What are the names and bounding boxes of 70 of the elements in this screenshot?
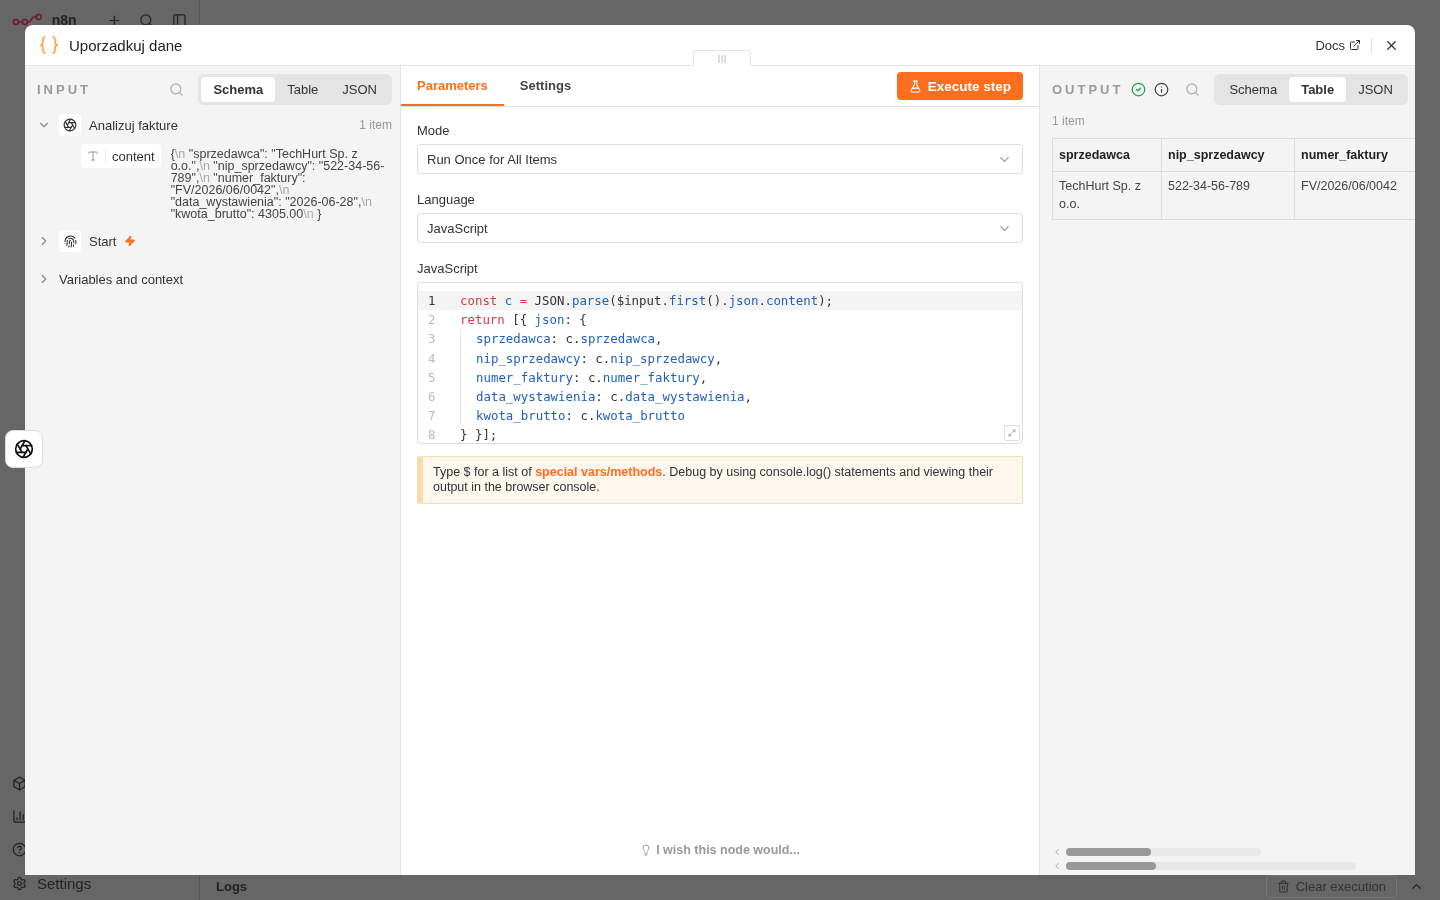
view-tab[interactable]: JSON xyxy=(330,76,389,102)
text-type-icon xyxy=(87,150,99,162)
view-tab[interactable]: Schema xyxy=(201,76,276,102)
lightbulb-icon xyxy=(640,844,653,856)
code-line: numer_faktury: c.numer_faktury, xyxy=(460,367,708,387)
line-number: 1 xyxy=(427,293,437,309)
code-line: kwota_brutto: c.kwota_brutto xyxy=(460,406,685,426)
line-number: 2 xyxy=(427,312,437,328)
success-check-icon xyxy=(1131,81,1147,97)
node-icon xyxy=(59,114,81,136)
field-name-pill: content xyxy=(81,144,161,168)
sidebar-toggle-icon[interactable] xyxy=(172,12,187,28)
logo-icon xyxy=(12,13,44,27)
view-tab[interactable]: Table xyxy=(1289,76,1347,102)
table-cell: TechHurt Sp. z o.o. xyxy=(1052,171,1162,220)
node-name[interactable]: Analizuj fakture xyxy=(89,117,178,133)
column-header: nip_sprzedawcy xyxy=(1161,138,1295,172)
lightning-icon xyxy=(124,235,137,247)
field-label: Mode xyxy=(417,123,451,138)
line-number: 5 xyxy=(427,369,437,385)
table-cell: 522-34-56-789 xyxy=(1161,171,1295,220)
resize-icon[interactable] xyxy=(1004,425,1020,441)
scrollbar[interactable] xyxy=(1066,862,1356,870)
line-number: 8 xyxy=(427,427,437,443)
hint-notice: Type $ for a list of special vars/methods. Debug by using console.log() statements and viewing their output in the browser console. xyxy=(417,456,1023,504)
line-number: 4 xyxy=(427,350,437,366)
cube-icon[interactable] xyxy=(12,776,27,791)
item-count: 1 item xyxy=(359,118,392,132)
trash-icon xyxy=(1276,879,1290,893)
docs-link[interactable]: Docs xyxy=(1315,37,1372,53)
bar-chart-icon[interactable] xyxy=(12,809,27,824)
view-tab[interactable]: Schema xyxy=(1217,76,1290,102)
node-name[interactable]: Start xyxy=(89,233,117,249)
field-value: {\n "sprzedawca": "TechHurt Sp. z o.o.",\n "nip_sprzedawcy": "522-34-56-789",\n "numer_faktury": "FV/2026/06/0042",\n "data_wystawienia": "2026-06-28",\n "kwota_brutto": 4305.00\n } xyxy=(170,148,386,220)
input-heading: INPUT xyxy=(37,81,91,97)
code-line: data_wystawienia: c.data_wystawienia, xyxy=(460,386,753,407)
drag-handle[interactable] xyxy=(693,50,751,66)
code-line: return [{ json: { xyxy=(459,311,587,330)
view-tab[interactable]: Table xyxy=(275,76,331,102)
item-count: 1 item xyxy=(1052,114,1086,128)
braces-icon xyxy=(39,35,59,55)
aperture-icon xyxy=(14,439,34,459)
output-heading: OUTPUT xyxy=(1052,81,1124,97)
code-line: } }]; xyxy=(459,426,498,445)
code-editor[interactable] xyxy=(417,282,1023,444)
select-field[interactable]: Run Once for All Items xyxy=(417,144,1023,174)
column-header: numer_faktury xyxy=(1294,138,1415,172)
panel-tab[interactable]: Settings xyxy=(503,66,588,106)
assistant-button[interactable] xyxy=(5,430,43,468)
code-line: nip_sprzedawcy: c.nip_sprzedawcy, xyxy=(460,348,723,368)
select-field[interactable]: JavaScript xyxy=(417,213,1023,243)
settings-icon[interactable] xyxy=(12,876,27,891)
field-label: JavaScript xyxy=(417,261,479,276)
info-icon[interactable] xyxy=(1154,81,1170,97)
line-number: 3 xyxy=(427,331,437,347)
code-line: const c = JSON.parse($input.first().json.content); xyxy=(459,292,834,311)
code-line: sprzedawca: c.sprzedawca, xyxy=(460,329,663,349)
scrollbar[interactable] xyxy=(1066,848,1261,856)
external-link-icon xyxy=(1349,39,1361,51)
field-label: Language xyxy=(417,192,476,207)
fingerprint-icon xyxy=(59,230,81,252)
line-number: 7 xyxy=(427,408,437,424)
brand-name: n8n xyxy=(51,12,77,28)
node-title: Uporzadkuj dane xyxy=(69,36,183,54)
view-tab[interactable]: JSON xyxy=(1346,76,1405,102)
line-number: 6 xyxy=(427,389,437,405)
flask-icon xyxy=(908,79,922,93)
help-icon[interactable] xyxy=(12,842,27,857)
column-header: sprzedawca xyxy=(1052,138,1162,172)
section-label[interactable]: Variables and context xyxy=(59,271,184,287)
